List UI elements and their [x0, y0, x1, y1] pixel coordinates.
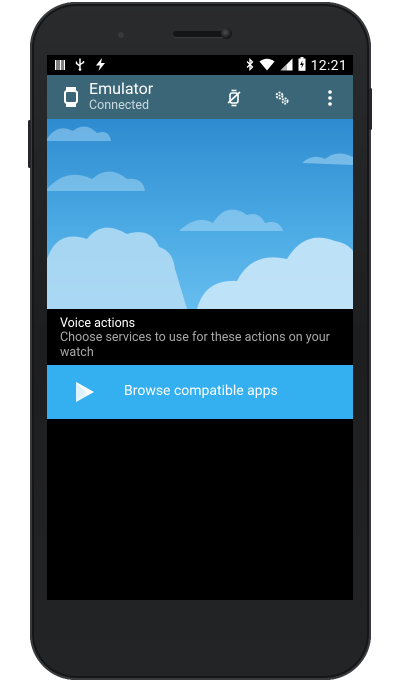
play-store-icon: [74, 381, 96, 403]
toolbar-title: Emulator: [89, 79, 154, 98]
toolbar-subtitle: Connected: [89, 98, 150, 113]
battery-charging-icon: [298, 57, 306, 75]
voice-actions-section: Voice actions Choose services to use for…: [47, 309, 353, 365]
voice-actions-description: Choose services to use for these actions…: [60, 330, 330, 360]
app-toolbar: Emulator Connected: [47, 75, 353, 119]
voice-actions-title: Voice actions: [60, 316, 136, 331]
watch-icon: [61, 87, 81, 107]
overflow-menu-icon[interactable]: [319, 87, 341, 109]
screen: 12:21 Emulator Connected Voice actions C…: [47, 55, 353, 600]
barcode-icon: [55, 59, 65, 75]
cloud-illustration: [47, 126, 353, 309]
usb-icon: [75, 58, 85, 75]
settings-icon[interactable]: [271, 87, 293, 109]
browse-compatible-apps-button[interactable]: Browse compatible apps: [47, 365, 353, 419]
hero-banner: [47, 119, 353, 309]
front-camera: [221, 28, 232, 39]
signal-icon: [280, 58, 293, 75]
status-bar: 12:21: [47, 55, 353, 75]
power-button: [369, 88, 372, 130]
watch-sync-icon[interactable]: [223, 87, 245, 109]
volume-button: [28, 120, 31, 168]
flash-icon: [95, 58, 106, 75]
wifi-icon: [259, 58, 275, 75]
browse-button-label: Browse compatible apps: [124, 383, 278, 399]
status-time: 12:21: [310, 58, 347, 74]
proximity-sensor: [118, 32, 124, 38]
bluetooth-icon: [246, 57, 254, 75]
